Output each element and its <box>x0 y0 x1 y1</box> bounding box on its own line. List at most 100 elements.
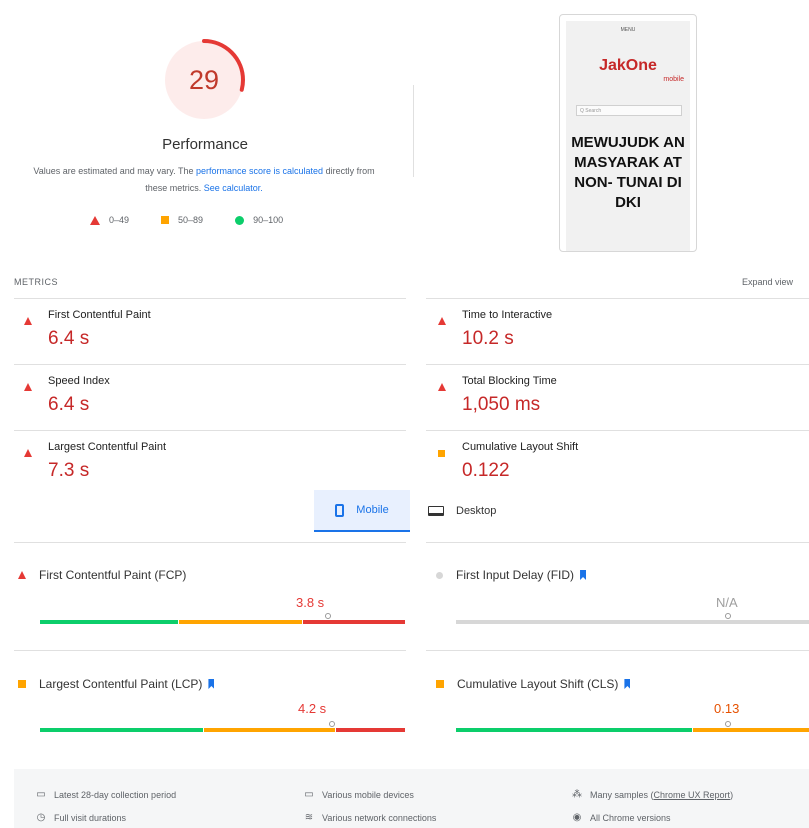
distribution-segment <box>40 728 204 732</box>
screenshot-headline: MEWUJUDK AN MASYARAK AT NON- TUNAI DI DK… <box>571 134 685 211</box>
distribution-segment <box>40 620 178 624</box>
fail-icon <box>24 312 32 330</box>
square-icon <box>161 216 170 224</box>
distribution-segment <box>178 620 303 624</box>
metric-title: Largest Contentful Paint <box>48 441 167 453</box>
field-cls-marker <box>724 721 731 727</box>
timer-icon: ◷ <box>36 812 46 823</box>
footer-visit-durations: ◷ Full visit durations <box>36 812 126 823</box>
logo-subtext: mobile <box>663 76 684 83</box>
divider <box>426 298 809 299</box>
legend-pass: 90–100 <box>235 215 283 225</box>
performance-score: 29 <box>188 64 220 95</box>
field-fcp-distribution-bar <box>40 620 405 624</box>
average-icon <box>438 444 445 462</box>
chrome-ux-report-link[interactable]: Chrome UX Report <box>654 790 731 800</box>
field-fid-marker <box>724 613 731 619</box>
bookmark-icon <box>624 679 631 689</box>
no-data-icon <box>436 571 443 579</box>
score-legend: 0–49 50–89 90–100 <box>90 215 315 225</box>
fail-icon <box>24 444 32 462</box>
divider <box>14 364 406 365</box>
footer-text: Various network connections <box>322 812 437 823</box>
divider <box>426 650 809 651</box>
performance-note: Values are estimated and may vary. The p… <box>24 163 384 197</box>
metric-title: Speed Index <box>48 375 110 387</box>
fail-icon <box>438 312 446 330</box>
distribution-segment <box>336 728 405 732</box>
legend-fail: 0–49 <box>90 215 129 225</box>
tab-desktop[interactable]: Desktop <box>428 490 524 532</box>
field-fid-distribution-bar <box>456 620 809 624</box>
metric-title: Cumulative Layout Shift <box>462 441 579 453</box>
samples-icon: ⁂ <box>572 789 582 800</box>
distribution-segment <box>456 728 692 732</box>
field-cls-distribution-bar <box>456 728 809 732</box>
expand-view-toggle[interactable]: Expand view <box>742 277 793 287</box>
divider <box>14 650 406 651</box>
divider <box>14 298 406 299</box>
jakone-logo: JakOne <box>599 57 657 74</box>
screenshot-menu: MENU <box>620 27 636 33</box>
distribution-segment <box>456 620 809 624</box>
see-calculator-link[interactable]: See calculator. <box>204 183 263 193</box>
divider <box>413 85 414 177</box>
legend-label: 0–49 <box>109 215 130 225</box>
performance-title: Performance <box>162 136 248 153</box>
field-fcp-title: First Contentful Paint (FCP) <box>18 568 186 582</box>
bookmark-icon <box>580 570 587 580</box>
devices-icon: ▭ <box>304 789 314 800</box>
metric-value: 1,050 ms <box>462 394 541 415</box>
fail-icon <box>24 378 32 396</box>
field-title-text: Cumulative Layout Shift (CLS) <box>457 677 619 691</box>
page-screenshot: MENU JakOne mobile Q Search MEWUJUDK AN … <box>559 14 697 252</box>
average-icon <box>436 680 444 688</box>
field-cls-title: Cumulative Layout Shift (CLS) <box>436 677 631 691</box>
field-fcp-marker <box>325 613 332 619</box>
legend-average: 50–89 <box>161 215 203 225</box>
metric-title: Total Blocking Time <box>462 375 557 387</box>
chrome-icon: ◉ <box>572 812 582 823</box>
tab-mobile[interactable]: Mobile <box>314 490 410 532</box>
field-fcp-value: 3.8 s <box>296 595 325 610</box>
footer-text: Latest 28-day collection period <box>54 789 177 800</box>
field-title-text: First Contentful Paint (FCP) <box>39 568 187 582</box>
laptop-icon <box>428 506 444 516</box>
metric-value: 6.4 s <box>48 328 90 349</box>
calendar-icon: ▭ <box>36 789 46 800</box>
legend-label: 50–89 <box>178 215 204 225</box>
wifi-icon: ≋ <box>304 812 314 823</box>
field-fid-value: N/A <box>716 595 738 610</box>
field-lcp-title: Largest Contentful Paint (LCP) <box>18 677 215 691</box>
bookmark-icon <box>208 679 215 689</box>
distribution-segment <box>303 620 405 624</box>
footer-samples: ⁂ Many samples (Chrome UX Report) <box>572 789 734 800</box>
footer-text: Many samples <box>590 789 649 800</box>
distribution-segment <box>204 728 336 732</box>
metric-value: 7.3 s <box>48 460 90 481</box>
footer-text: Various mobile devices <box>322 789 414 800</box>
metric-value: 6.4 s <box>48 394 90 415</box>
divider <box>426 430 809 431</box>
footer-chrome-versions: ◉ All Chrome versions <box>572 812 671 823</box>
metric-title: Time to Interactive <box>462 309 553 321</box>
field-cls-value: 0.13 <box>714 701 740 716</box>
score-calculated-link[interactable]: performance score is calculated <box>196 166 323 176</box>
divider <box>14 542 406 543</box>
triangle-icon <box>90 215 100 225</box>
footer-devices: ▭ Various mobile devices <box>304 789 414 800</box>
distribution-segment <box>692 728 809 732</box>
divider <box>14 430 406 431</box>
field-title-text: First Input Delay (FID) <box>456 568 575 582</box>
field-fid-title: First Input Delay (FID) <box>436 568 587 582</box>
field-lcp-marker <box>329 721 335 727</box>
metric-value: 0.122 <box>462 460 510 481</box>
average-icon <box>18 680 26 688</box>
fail-icon <box>438 378 446 396</box>
tab-mobile-label: Mobile <box>356 504 389 516</box>
footer-text: All Chrome versions <box>590 812 671 823</box>
note-text: Values are estimated and may vary. The <box>33 166 196 176</box>
tab-desktop-label: Desktop <box>456 505 497 517</box>
footer-text: Full visit durations <box>54 812 127 823</box>
metric-value: 10.2 s <box>462 328 514 349</box>
